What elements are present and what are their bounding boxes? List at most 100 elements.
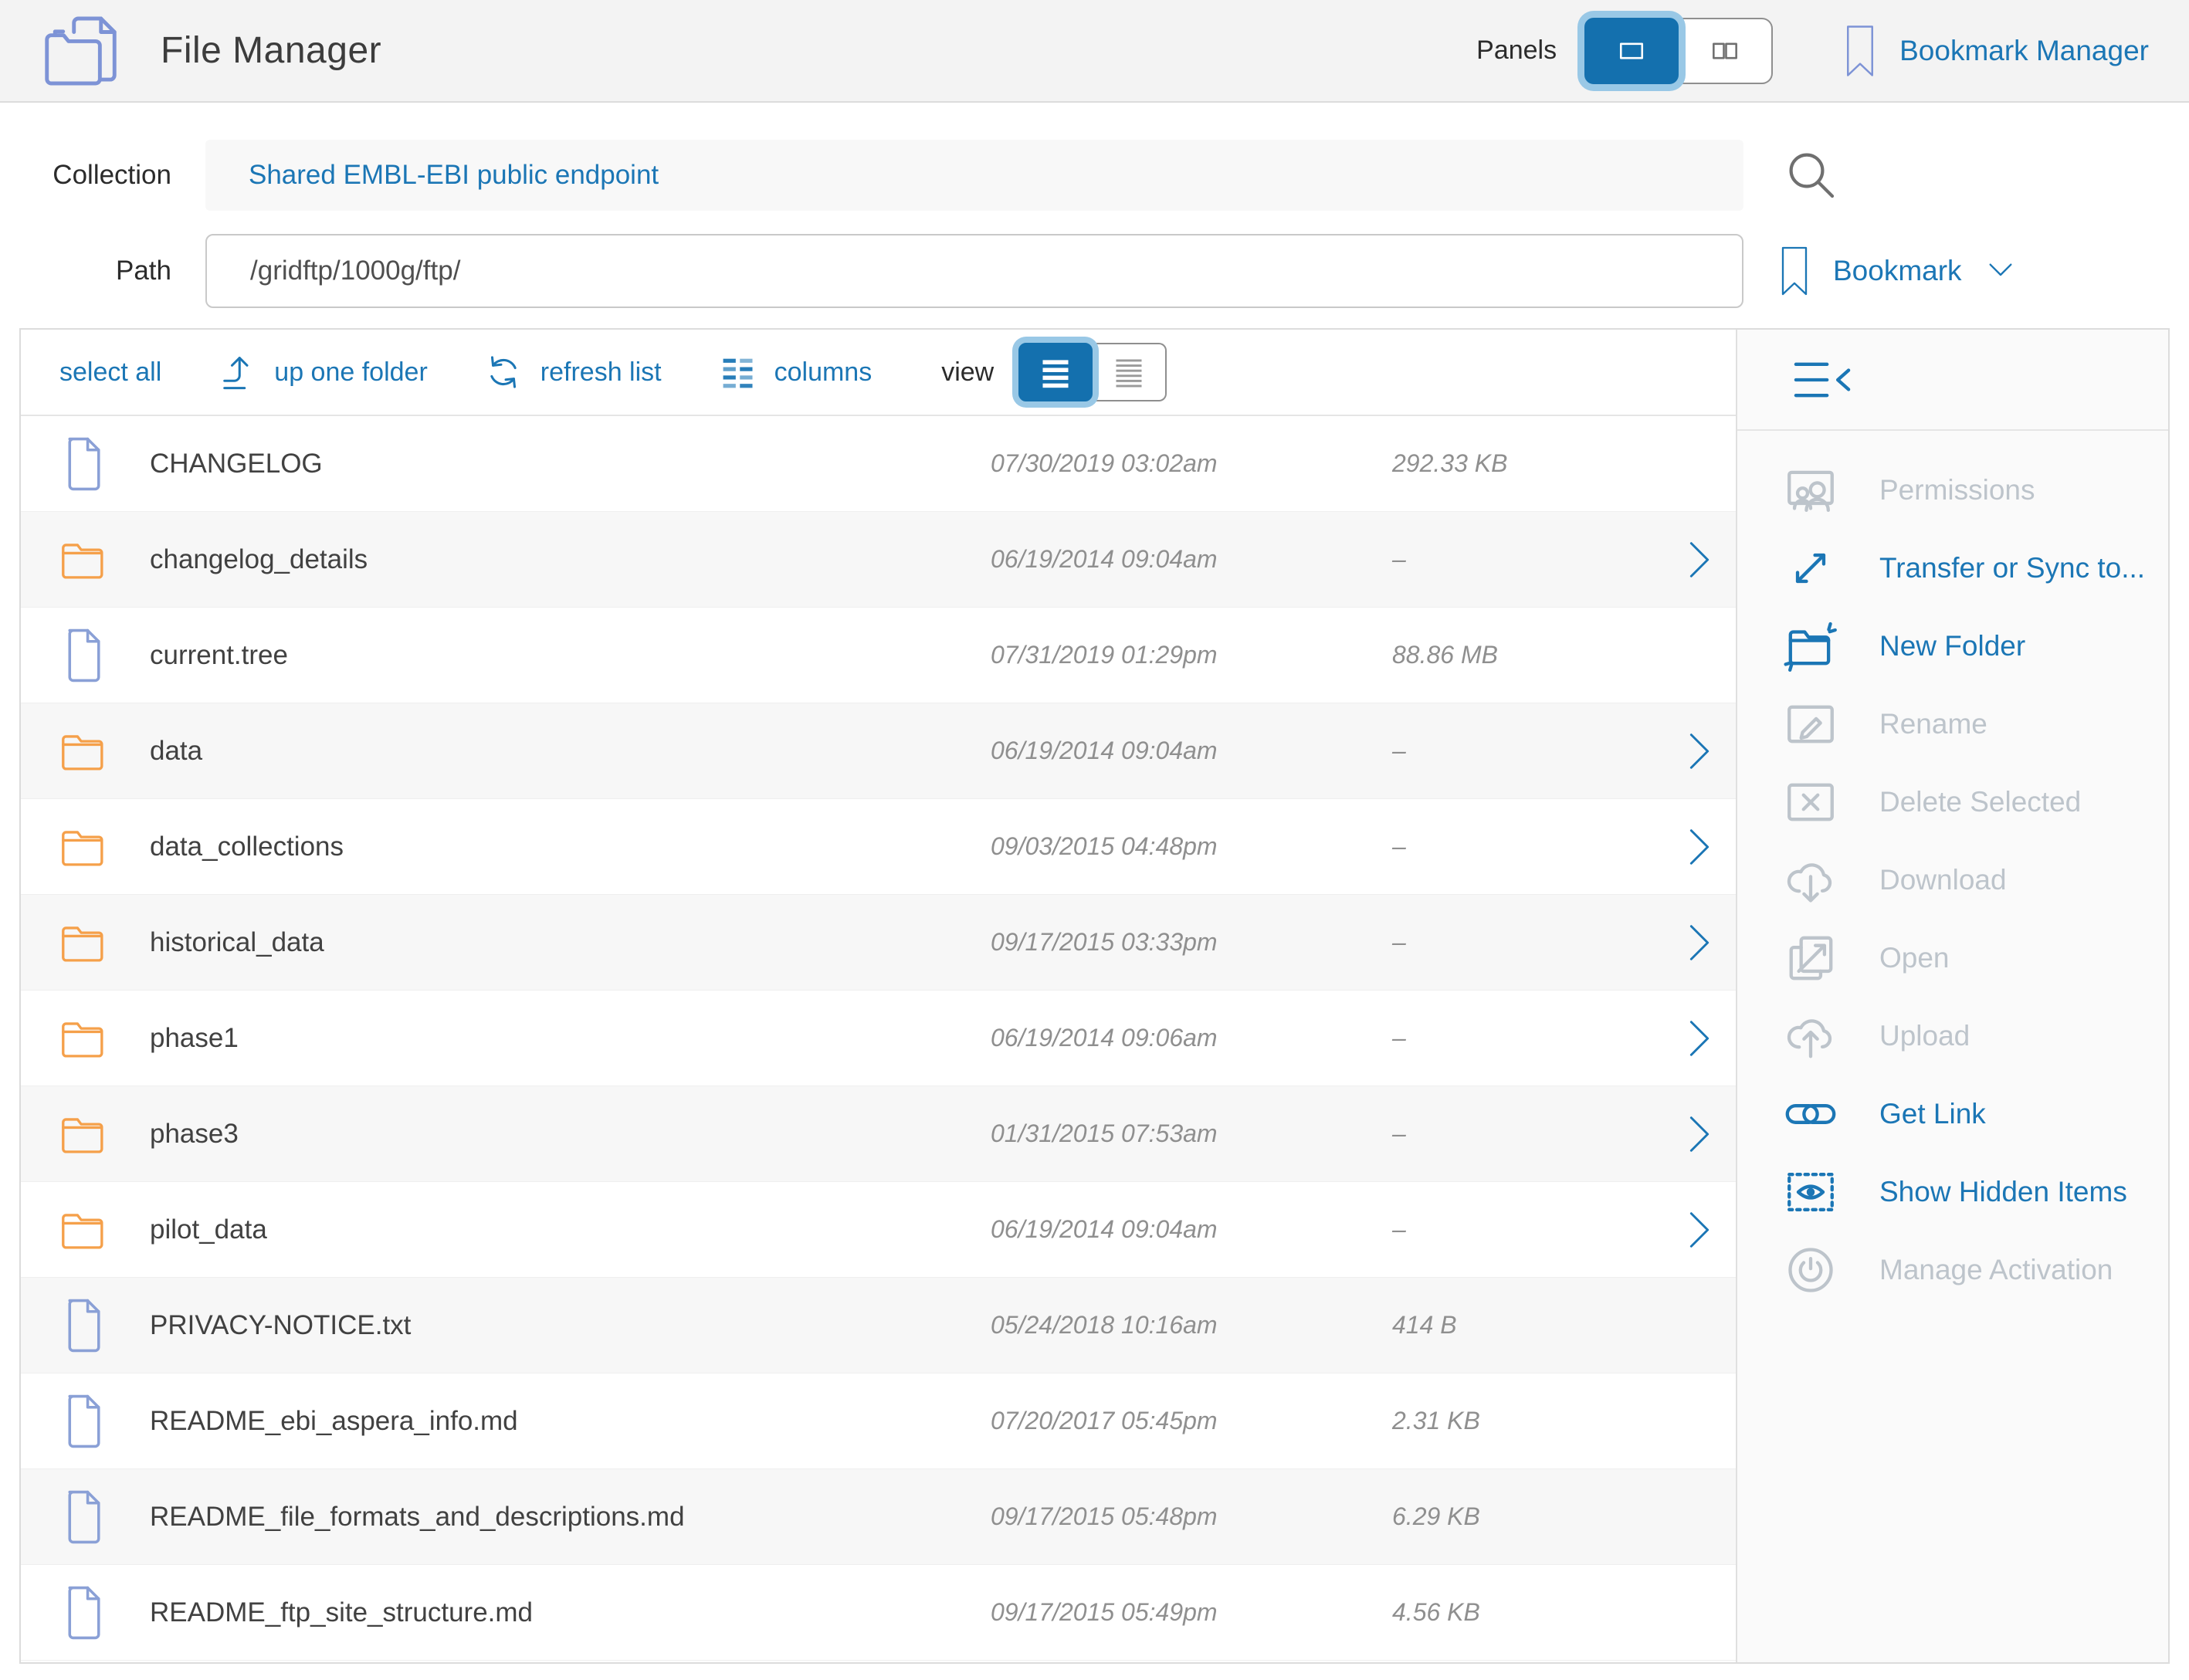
file-name: changelog_details [150,544,991,575]
file-icon [59,1488,107,1546]
sidebar-action-upload: Upload [1737,997,2168,1075]
actions-sidebar: Permissions Transfer or Sync to... New F… [1736,330,2168,1662]
file-name: pilot_data [150,1214,991,1245]
sidebar-action-transfer-or-sync-to[interactable]: Transfer or Sync to... [1737,529,2168,607]
file-date: 07/30/2019 03:02am [991,449,1392,478]
path-label: Path [0,256,171,286]
sidebar-action-download: Download [1737,841,2168,919]
table-row[interactable]: historical_data 09/17/2015 03:33pm – [21,895,1736,991]
rename-icon [1782,696,1839,753]
file-date: 07/31/2019 01:29pm [991,641,1392,669]
collection-label: Collection [0,160,171,191]
single-panel-button[interactable] [1584,18,1679,84]
file-date: 01/31/2015 07:53am [991,1119,1392,1148]
sidebar-action-rename: Rename [1737,685,2168,763]
download-icon [1782,852,1839,909]
file-name: PRIVACY-NOTICE.txt [150,1310,991,1341]
bookmark-dropdown-button[interactable]: Bookmark [1779,245,2016,297]
open-folder-chevron[interactable] [1662,1210,1736,1250]
table-row[interactable]: README_file_formats_and_descriptions.md … [21,1469,1736,1565]
show-hidden-icon [1782,1163,1839,1221]
sidebar-action-show-hidden-items[interactable]: Show Hidden Items [1737,1153,2168,1231]
bookmark-icon [1844,24,1876,78]
file-date: 09/17/2015 05:49pm [991,1598,1392,1627]
file-date: 05/24/2018 10:16am [991,1311,1392,1340]
table-row[interactable]: README_ftp_site_structure.md 09/17/2015 … [21,1565,1736,1661]
chevron-right-icon [1686,731,1713,771]
folder-icon [59,722,107,781]
new-folder-icon [1782,618,1839,675]
file-date: 09/17/2015 03:33pm [991,928,1392,957]
folder-icon [59,530,107,589]
table-row[interactable]: phase1 06/19/2014 09:06am – [21,991,1736,1086]
open-folder-chevron[interactable] [1662,1018,1736,1058]
table-row[interactable]: data 06/19/2014 09:04am – [21,703,1736,799]
table-row[interactable]: PRIVACY-NOTICE.txt 05/24/2018 10:16am 41… [21,1278,1736,1373]
file-size: – [1392,1119,1662,1148]
folder-icon [59,913,107,972]
panels-toggle [1584,18,1773,84]
file-size: 6.29 KB [1392,1502,1662,1531]
bookmark-icon [1779,245,1810,297]
file-date: 06/19/2014 09:04am [991,1215,1392,1244]
sidebar-action-get-link[interactable]: Get Link [1737,1075,2168,1153]
table-row[interactable]: data_collections 09/03/2015 04:48pm – [21,799,1736,895]
file-name: README_ebi_aspera_info.md [150,1406,991,1437]
compact-view-button[interactable] [1093,343,1167,401]
select-all-button[interactable]: select all [59,357,161,388]
file-date: 06/19/2014 09:04am [991,545,1392,574]
panels-label: Panels [1476,36,1557,66]
file-browser-panel: select all up one folder refresh list co… [19,328,2170,1664]
refresh-list-button[interactable]: refresh list [483,352,662,392]
app-header: File Manager Panels Bookmark Manager [0,0,2189,103]
bookmark-label: Bookmark [1833,255,1962,287]
file-size: 4.56 KB [1392,1598,1662,1627]
bookmark-manager-link[interactable]: Bookmark Manager [1844,24,2149,78]
folder-icon [59,1009,107,1068]
file-date: 09/03/2015 04:48pm [991,832,1392,861]
search-button[interactable] [1784,147,1839,203]
file-name: phase3 [150,1119,991,1150]
permissions-icon [1782,462,1839,519]
file-icon [59,1392,107,1451]
table-row[interactable]: CHANGELOG 07/30/2019 03:02am 292.33 KB [21,416,1736,512]
collapse-sidebar-icon[interactable] [1785,356,1859,404]
open-folder-chevron[interactable] [1662,1114,1736,1154]
table-row[interactable]: pilot_data 06/19/2014 09:04am – [21,1182,1736,1278]
table-row[interactable]: current.tree 07/31/2019 01:29pm 88.86 MB [21,608,1736,703]
open-folder-chevron[interactable] [1662,827,1736,867]
file-list: CHANGELOG 07/30/2019 03:02am 292.33 KB c… [21,416,1736,1662]
list-view-button[interactable] [1018,343,1093,401]
file-size: 2.31 KB [1392,1407,1662,1435]
chevron-right-icon [1686,1114,1713,1154]
table-row[interactable]: phase3 01/31/2015 07:53am – [21,1086,1736,1182]
table-row[interactable]: changelog_details 06/19/2014 09:04am – [21,512,1736,608]
manage-activation-icon [1782,1241,1839,1299]
folder-icon [59,1105,107,1163]
up-one-folder-button[interactable]: up one folder [217,352,428,392]
bookmark-manager-label: Bookmark Manager [1899,35,2149,67]
chevron-right-icon [1686,540,1713,580]
path-input[interactable]: /gridftp/1000g/ftp/ [205,234,1743,308]
compact-view-icon [1112,355,1146,389]
dual-panel-button[interactable] [1679,18,1773,84]
file-icon [59,435,107,493]
view-toggle [1018,343,1167,401]
chevron-down-icon [1985,259,2016,283]
sidebar-action-open: Open [1737,919,2168,997]
open-folder-chevron[interactable] [1662,923,1736,963]
file-name: CHANGELOG [150,449,991,479]
open-folder-chevron[interactable] [1662,731,1736,771]
sidebar-action-new-folder[interactable]: New Folder [1737,607,2168,685]
chevron-right-icon [1686,1210,1713,1250]
table-row[interactable]: README_ebi_aspera_info.md 07/20/2017 05:… [21,1373,1736,1469]
file-name: README_ftp_site_structure.md [150,1597,991,1628]
file-size: – [1392,737,1662,765]
chevron-right-icon [1686,1018,1713,1058]
open-folder-chevron[interactable] [1662,540,1736,580]
file-name: data [150,736,991,767]
columns-button[interactable]: columns [717,352,873,392]
file-date: 09/17/2015 05:48pm [991,1502,1392,1531]
file-size: – [1392,928,1662,957]
collection-input[interactable]: Shared EMBL-EBI public endpoint [205,140,1743,211]
